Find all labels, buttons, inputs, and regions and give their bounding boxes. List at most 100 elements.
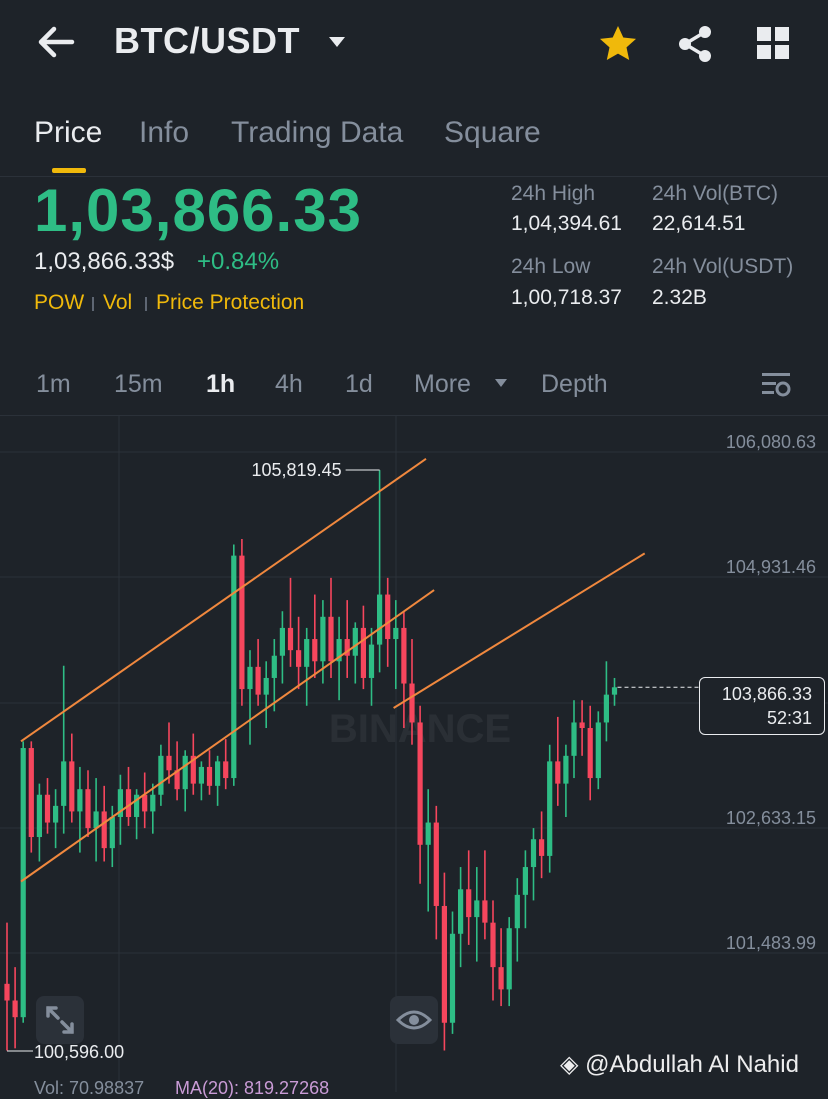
interval-1h[interactable]: 1h: [206, 370, 235, 399]
chart-settings-icon[interactable]: [760, 370, 792, 398]
tab-price[interactable]: Price: [34, 116, 102, 150]
candle-countdown: 52:31: [766, 708, 812, 728]
candle-body: [320, 616, 326, 662]
high-price-label: 105,819.45: [252, 460, 342, 480]
candle-body: [352, 627, 358, 656]
interval-depth[interactable]: Depth: [541, 370, 608, 399]
candle-body: [101, 811, 107, 849]
candle-body: [449, 933, 456, 1023]
candle-body: [498, 967, 504, 990]
expand-icon: [46, 1006, 74, 1034]
tab-info[interactable]: Info: [139, 116, 189, 150]
candle-body: [125, 789, 132, 817]
candle-body: [53, 805, 59, 823]
y-axis-tick-label: 102,633.15: [726, 808, 816, 828]
active-tab-indicator: [52, 168, 86, 173]
candle-body: [36, 794, 42, 838]
interval-more[interactable]: More: [414, 370, 471, 399]
candle-body: [93, 811, 99, 829]
stat-24h-high-value: 1,04,394.61: [511, 212, 622, 235]
candle-body: [474, 900, 480, 918]
share-icon[interactable]: [676, 24, 716, 64]
candle-body: [595, 722, 601, 779]
candle-body: [441, 905, 447, 1023]
stat-24h-vol-usdt-value: 2.32B: [652, 286, 707, 309]
caret-down-icon[interactable]: [328, 36, 346, 48]
y-axis-tick-label: 106,080.63: [726, 432, 816, 452]
tag-price-protection[interactable]: Price Protection: [156, 291, 304, 315]
candle-body: [279, 627, 285, 656]
candlestick-chart[interactable]: BINANCE 106,080.63104,931.46102,633.1510…: [0, 416, 828, 1092]
current-price-tag: 103,866.33 52:31: [699, 677, 825, 735]
candle-body: [401, 627, 407, 684]
candle-body: [377, 594, 383, 645]
stat-24h-vol-btc-value: 22,614.51: [652, 212, 746, 235]
candle-body: [603, 694, 609, 723]
candle-body: [231, 555, 237, 779]
candle-body: [506, 928, 512, 990]
tab-trading-data[interactable]: Trading Data: [231, 116, 403, 150]
interval-15m[interactable]: 15m: [114, 370, 163, 399]
tag-separator: [145, 297, 147, 311]
candle-body: [150, 794, 156, 812]
candle-body: [223, 761, 229, 779]
candle-body: [571, 722, 577, 756]
last-price-usd: 1,03,866.33$: [34, 248, 175, 275]
candle-body: [263, 677, 269, 695]
stat-24h-low-value: 1,00,718.37: [511, 286, 622, 309]
candle-body: [198, 766, 204, 784]
candle-body: [215, 761, 221, 786]
candle-body: [368, 644, 375, 678]
candle-body: [385, 594, 391, 640]
grid-icon[interactable]: [756, 26, 790, 60]
candle-body: [287, 627, 294, 651]
candle-body: [304, 639, 310, 667]
author-watermark: ◈ @Abdullah Al Nahid: [560, 1050, 799, 1079]
candle-body: [44, 794, 51, 823]
tag-vol[interactable]: Vol: [103, 291, 132, 315]
candle-body: [247, 666, 253, 690]
trendline: [20, 458, 427, 743]
candle-body: [417, 722, 423, 845]
visibility-toggle-button[interactable]: [390, 996, 438, 1044]
candle-body: [85, 789, 91, 829]
candle-body: [514, 894, 520, 929]
tab-square[interactable]: Square: [444, 116, 541, 150]
interval-1d[interactable]: 1d: [345, 370, 373, 399]
star-icon[interactable]: [598, 24, 638, 64]
candle-body: [4, 983, 10, 1001]
candle-body: [360, 627, 366, 678]
candle-body: [61, 761, 67, 806]
y-axis-tick-label: 104,931.46: [726, 557, 816, 577]
stat-24h-vol-usdt-label: 24h Vol(USDT): [652, 255, 794, 278]
back-arrow-icon[interactable]: [36, 24, 76, 60]
candle-body: [458, 889, 464, 934]
tag-pow[interactable]: POW: [34, 291, 84, 315]
stat-24h-low-label: 24h Low: [511, 255, 591, 278]
eye-icon: [395, 1010, 433, 1030]
interval-1m[interactable]: 1m: [36, 370, 71, 399]
candle-body: [20, 748, 26, 1018]
binance-logo-icon: ◈: [560, 1051, 586, 1078]
candle-body: [239, 555, 245, 690]
author-watermark-text: @Abdullah Al Nahid: [585, 1051, 799, 1078]
caret-down-icon[interactable]: [494, 378, 508, 388]
candle-body: [587, 728, 593, 779]
candle-body: [12, 1000, 18, 1018]
tag-separator: [92, 297, 94, 311]
candle-body: [611, 687, 618, 695]
candle-body: [409, 683, 415, 723]
candle-body: [312, 639, 318, 662]
pair-title[interactable]: BTC/USDT: [114, 20, 300, 62]
candle-body: [182, 755, 188, 790]
candle-body: [547, 761, 553, 856]
candle-body: [166, 755, 172, 771]
ma-readout: MA(20): 819.27268: [175, 1078, 330, 1098]
fullscreen-button[interactable]: [36, 996, 84, 1044]
interval-4h[interactable]: 4h: [275, 370, 303, 399]
candle-body: [77, 789, 83, 812]
candle-body: [563, 755, 569, 784]
candle-body: [522, 867, 528, 895]
candle-body: [69, 761, 75, 812]
candle-body: [158, 755, 164, 795]
